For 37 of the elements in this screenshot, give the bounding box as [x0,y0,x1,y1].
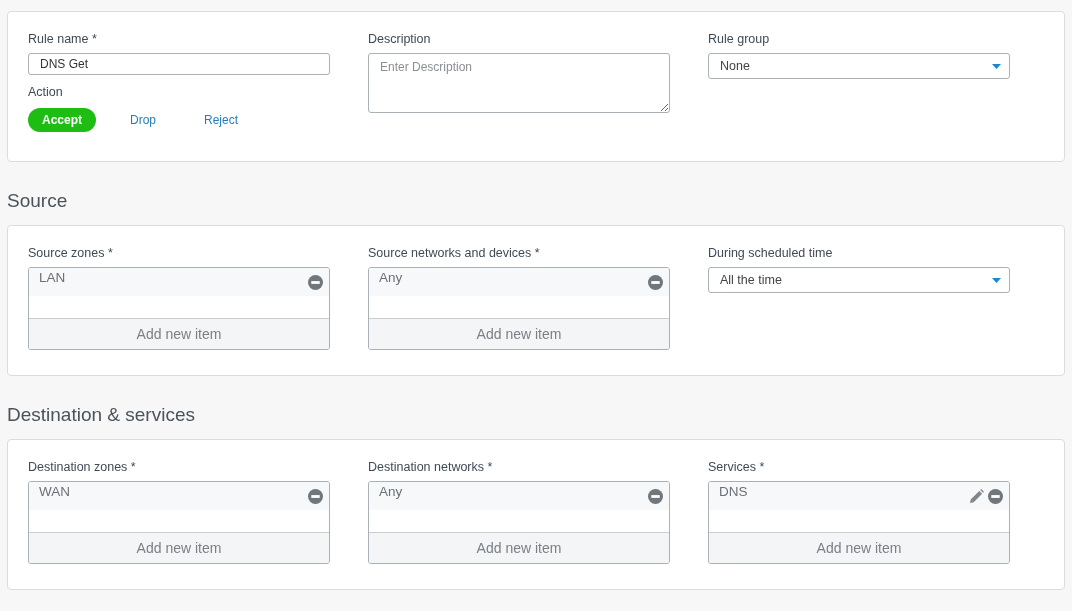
remove-icon[interactable] [648,489,663,504]
field-label: Rule name * [28,32,98,48]
action-option[interactable]: Accept [28,108,96,132]
remove-icon[interactable] [648,275,663,290]
field-label: Description [368,32,432,48]
field-label: Rule group [708,32,771,48]
list-item: DNS [719,484,748,501]
caret-icon [992,277,1001,283]
section-heading: Destination & services [7,404,196,426]
pencil-icon[interactable] [969,489,984,504]
list-item: Any [379,270,403,287]
section-heading: Source [7,190,69,212]
dropdown[interactable]: All the time [708,267,1010,293]
caret-icon [992,63,1001,69]
action-option[interactable]: Reject [190,108,253,132]
list-item: WAN [39,484,70,501]
field-label: Source zones * [28,246,114,262]
description-textarea[interactable]: Enter Description [368,53,670,113]
field-label: Destination networks * [368,460,494,476]
add-item-button[interactable]: Add new item [29,532,329,563]
field-label: Action [28,85,64,101]
field-label: Source networks and devices * [368,246,541,262]
list-item: Any [379,484,403,501]
remove-icon[interactable] [308,489,323,504]
add-item-button[interactable]: Add new item [369,318,669,349]
field-label: Services * [708,460,766,476]
field-label: During scheduled time [708,246,834,262]
dropdown[interactable]: None [708,53,1010,79]
add-item-button[interactable]: Add new item [29,318,329,349]
remove-icon[interactable] [308,275,323,290]
list-item: LAN [39,270,66,287]
action-option[interactable]: Drop [116,108,171,132]
add-item-button[interactable]: Add new item [709,532,1009,563]
field-label: Destination zones * [28,460,137,476]
remove-icon[interactable] [988,489,1003,504]
text-input[interactable]: DNS Get [28,53,330,75]
add-item-button[interactable]: Add new item [369,532,669,563]
